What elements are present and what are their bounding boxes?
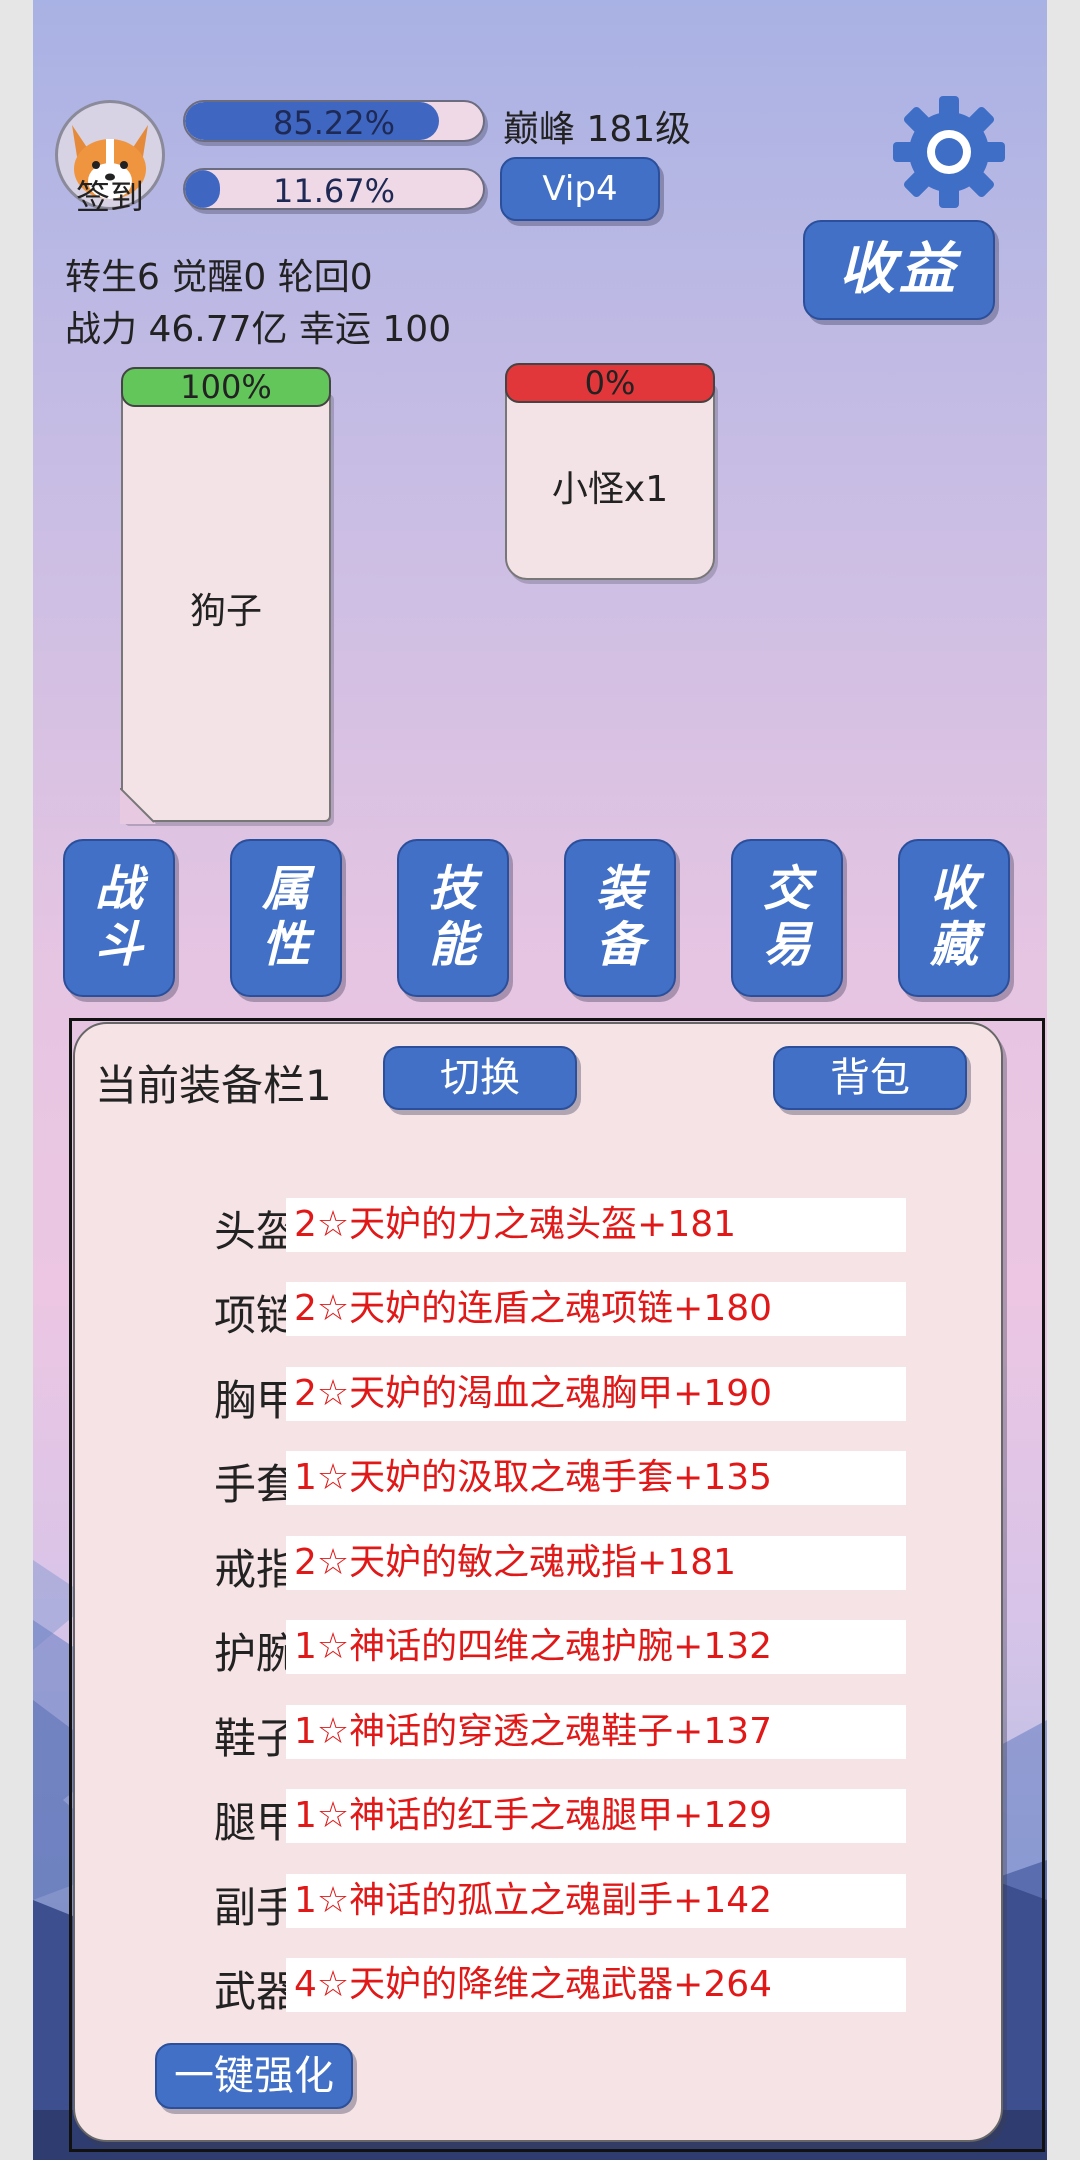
enemy-hp-bar: 0% (505, 363, 715, 403)
vip-button[interactable]: Vip4 (500, 157, 660, 221)
earnings-button[interactable]: 收益 (803, 220, 995, 320)
gear-icon[interactable] (889, 92, 1009, 212)
nav-equipment-char1: 装 (595, 861, 644, 917)
slot-item-helmet[interactable]: 2☆天妒的力之魂头盔+181 (286, 1198, 906, 1252)
nav-trade-char2: 易 (762, 917, 811, 973)
slot-label-ring: 戒指 (213, 1545, 298, 1594)
one-click-enhance-button[interactable]: 一键强化 (155, 2043, 353, 2109)
nav-collection-char2: 藏 (929, 917, 978, 973)
slot-label-gloves: 手套 (213, 1460, 298, 1509)
slot-label-legs: 腿甲 (213, 1798, 298, 1847)
slot-label-shoes: 鞋子 (213, 1714, 298, 1763)
nav-collection[interactable]: 收 藏 (898, 839, 1010, 997)
nav-battle-char2: 斗 (94, 917, 143, 973)
slot-label-chest: 胸甲 (213, 1376, 298, 1425)
rebirth-stats: 转生6 觉醒0 轮回0 (65, 257, 373, 298)
player-hp-bar: 100% (121, 367, 331, 407)
nav-trade[interactable]: 交 易 (731, 839, 843, 997)
exp-progress-bar: 85.22% (183, 100, 485, 142)
equipment-slot-title: 当前装备栏1 (95, 1061, 332, 1110)
enemy-name: 小怪x1 (551, 469, 669, 510)
nav-attributes-char1: 属 (261, 861, 310, 917)
second-progress-bar: 11.67% (183, 168, 485, 210)
slot-label-helmet: 头盔 (213, 1207, 298, 1256)
nav-attributes-char2: 性 (261, 917, 310, 973)
switch-button[interactable]: 切换 (383, 1046, 577, 1110)
nav-equipment-char2: 备 (595, 917, 644, 973)
slot-item-ring[interactable]: 2☆天妒的敏之魂戒指+181 (286, 1536, 906, 1590)
slot-item-legs[interactable]: 1☆神话的红手之魂腿甲+129 (286, 1789, 906, 1843)
slot-label-necklace: 项链 (213, 1291, 298, 1340)
nav-skills-char2: 能 (428, 917, 477, 973)
second-progress-text: 11.67% (272, 172, 395, 210)
bag-button[interactable]: 背包 (773, 1046, 967, 1110)
slot-item-gloves[interactable]: 1☆天妒的汲取之魂手套+135 (286, 1451, 906, 1505)
slot-item-shoes[interactable]: 1☆神话的穿透之魂鞋子+137 (286, 1705, 906, 1759)
slot-label-weapon: 武器 (213, 1967, 298, 2016)
checkin-label[interactable]: 签到 (55, 170, 165, 219)
nav-attributes[interactable]: 属 性 (230, 839, 342, 997)
nav-collection-char1: 收 (929, 861, 978, 917)
nav-skills-char1: 技 (428, 861, 477, 917)
player-card: 狗子 (121, 390, 331, 822)
nav-equipment[interactable]: 装 备 (564, 839, 676, 997)
game-screen: 签到 85.22% 11.67% 巅峰 181级 Vip4 收益 转生6 觉醒0… (33, 0, 1047, 2160)
exp-progress-text: 85.22% (272, 104, 395, 142)
nav-battle-char1: 战 (94, 861, 143, 917)
player-name: 狗子 (189, 591, 262, 632)
nav-trade-char1: 交 (762, 861, 811, 917)
slot-item-bracer[interactable]: 1☆神话的四维之魂护腕+132 (286, 1620, 906, 1674)
nav-skills[interactable]: 技 能 (397, 839, 509, 997)
slot-item-weapon[interactable]: 4☆天妒的降维之魂武器+264 (286, 1958, 906, 2012)
peak-level: 巅峰 181级 (503, 109, 692, 150)
nav-battle[interactable]: 战 斗 (63, 839, 175, 997)
power-luck-stats: 战力 46.77亿 幸运 100 (65, 309, 452, 350)
enemy-card: 小怪x1 (505, 380, 715, 580)
card-corner-notch (120, 788, 156, 824)
slot-item-chest[interactable]: 2☆天妒的渴血之魂胸甲+190 (286, 1367, 906, 1421)
slot-item-necklace[interactable]: 2☆天妒的连盾之魂项链+180 (286, 1282, 906, 1336)
slot-label-bracer: 护腕 (213, 1629, 298, 1678)
slot-label-offhand: 副手 (213, 1883, 298, 1932)
slot-item-offhand[interactable]: 1☆神话的孤立之魂副手+142 (286, 1874, 906, 1928)
